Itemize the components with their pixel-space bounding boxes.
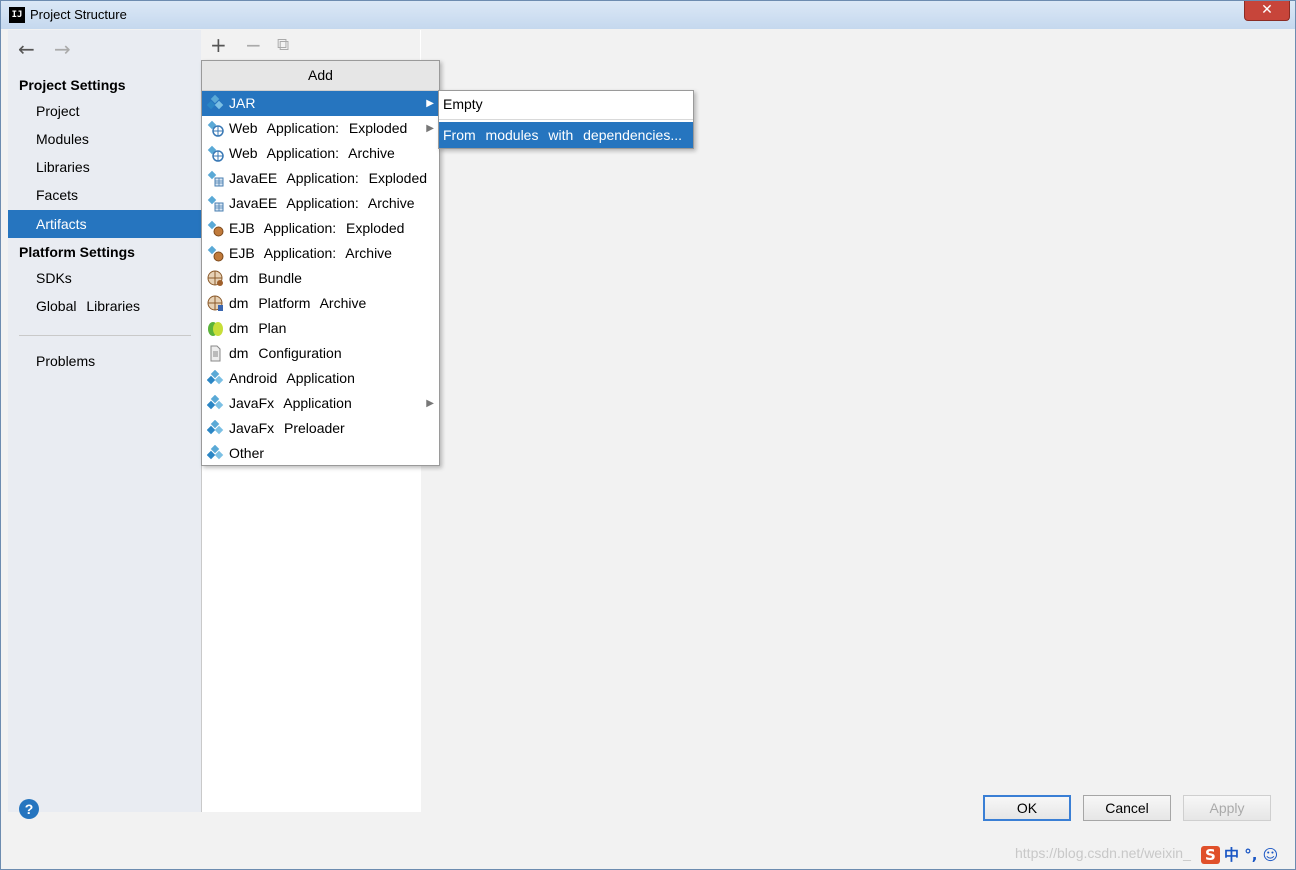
- menu-item-label: JavaEE Application: Archive: [229, 195, 415, 211]
- add-artifact-popup: Add JAR ▶ Web Application: Exploded ▶ Web Ap…: [201, 60, 440, 466]
- javaee-icon: [207, 195, 224, 212]
- sidebar-item-global-libraries[interactable]: Global Libraries: [8, 292, 201, 320]
- ejb-icon: [207, 245, 224, 262]
- ime-logo-icon: S: [1201, 846, 1220, 864]
- intellij-logo-icon: IJ: [9, 7, 25, 23]
- submenu-item-from-modules[interactable]: From modules with dependencies...: [439, 122, 693, 148]
- ime-indicator[interactable]: S 中 °, ☺: [1201, 844, 1278, 865]
- dm-bundle-icon: [207, 270, 224, 287]
- menu-item[interactable]: dm Plan: [202, 316, 439, 341]
- apply-button[interactable]: Apply: [1183, 795, 1271, 821]
- dm-plan-icon: [207, 320, 224, 337]
- sidebar-item-libraries[interactable]: Libraries: [8, 153, 201, 181]
- platform-settings-heading: Platform Settings: [19, 244, 135, 260]
- menu-item[interactable]: Other: [202, 441, 439, 466]
- title-bar[interactable]: IJ Project Structure ✕: [1, 1, 1295, 29]
- dm-platform-icon: [207, 295, 224, 312]
- sidebar-item-modules[interactable]: Modules: [8, 125, 201, 153]
- menu-item-label: dm Bundle: [229, 270, 302, 286]
- menu-item[interactable]: JavaEE Application: Exploded: [202, 166, 439, 191]
- menu-item-label: dm Configuration: [229, 345, 342, 361]
- menu-item[interactable]: JavaEE Application: Archive: [202, 191, 439, 216]
- menu-item-label: EJB Application: Exploded: [229, 220, 405, 236]
- popup-header: Add: [202, 61, 439, 91]
- menu-item[interactable]: JavaFx Preloader: [202, 416, 439, 441]
- menu-item-label: JavaFx Preloader: [229, 420, 345, 436]
- window-title: Project Structure: [30, 7, 127, 22]
- sidebar-item-facets[interactable]: Facets: [8, 181, 201, 209]
- sidebar-item-sdks[interactable]: SDKs: [8, 264, 201, 292]
- menu-item-label: Other: [229, 445, 265, 461]
- menu-item-label: JAR: [229, 95, 256, 111]
- submenu-arrow-icon: ▶: [426, 98, 434, 109]
- submenu-item-empty[interactable]: Empty: [439, 91, 693, 117]
- javafx-icon: [206, 419, 224, 437]
- menu-item[interactable]: dm Configuration: [202, 341, 439, 366]
- submenu-arrow-icon: ▶: [426, 398, 434, 409]
- menu-item[interactable]: Web Application: Exploded ▶: [202, 116, 439, 141]
- back-arrow-icon[interactable]: ←: [18, 37, 35, 61]
- menu-item[interactable]: dm Bundle: [202, 266, 439, 291]
- sidebar-item-artifacts[interactable]: Artifacts: [8, 210, 201, 238]
- cancel-button[interactable]: Cancel: [1083, 795, 1171, 821]
- sidebar: ← → Project Settings Project Modules Lib…: [8, 30, 201, 812]
- web-app-icon: [207, 145, 224, 162]
- document-icon: [207, 345, 224, 362]
- javaee-icon: [207, 170, 224, 187]
- ime-status-text: 中 °, ☺: [1223, 846, 1279, 864]
- menu-item-label: EJB Application: Archive: [229, 245, 392, 261]
- menu-item-label: JavaEE Application: Exploded: [229, 170, 428, 186]
- jar-submenu: Empty From modules with dependencies...: [438, 90, 694, 149]
- menu-item[interactable]: dm Platform Archive: [202, 291, 439, 316]
- artifact-icon: [206, 444, 224, 462]
- ok-button[interactable]: OK: [983, 795, 1071, 821]
- menu-item-label: Android Application: [229, 370, 355, 386]
- menu-item-label: dm Plan: [229, 320, 287, 336]
- dialog-content: ← → Project Settings Project Modules Lib…: [8, 30, 1288, 863]
- menu-item[interactable]: Android Application: [202, 366, 439, 391]
- sidebar-item-problems[interactable]: Problems: [8, 347, 201, 375]
- copy-icon[interactable]: ⧉: [277, 35, 289, 55]
- android-icon: [206, 369, 224, 387]
- artifacts-toolbar: + − ⧉: [201, 30, 420, 61]
- menu-item-label: JavaFx Application: [229, 395, 352, 411]
- sidebar-divider: [19, 335, 191, 336]
- submenu-arrow-icon: ▶: [426, 123, 434, 134]
- sidebar-item-project[interactable]: Project: [8, 97, 201, 125]
- help-icon[interactable]: ?: [19, 799, 39, 819]
- add-icon[interactable]: +: [210, 33, 227, 57]
- add-menu-list: JAR ▶ Web Application: Exploded ▶ Web Applic…: [202, 91, 439, 466]
- jar-icon: [206, 94, 224, 112]
- menu-item[interactable]: EJB Application: Exploded: [202, 216, 439, 241]
- watermark-text: https://blog.csdn.net/weixin_: [1015, 845, 1191, 861]
- menu-item[interactable]: EJB Application: Archive: [202, 241, 439, 266]
- menu-item[interactable]: JAR ▶: [202, 91, 439, 116]
- ejb-icon: [207, 220, 224, 237]
- menu-item[interactable]: JavaFx Application ▶: [202, 391, 439, 416]
- project-settings-heading: Project Settings: [19, 77, 126, 93]
- remove-icon[interactable]: −: [245, 33, 262, 57]
- javafx-icon: [206, 394, 224, 412]
- menu-item-label: Web Application: Exploded: [229, 120, 408, 136]
- close-button[interactable]: ✕: [1244, 1, 1290, 21]
- menu-item[interactable]: Web Application: Archive: [202, 141, 439, 166]
- menu-item-label: Web Application: Archive: [229, 145, 395, 161]
- project-structure-window: IJ Project Structure ✕ ← → Project Setti…: [0, 0, 1296, 870]
- submenu-separator: [439, 119, 693, 120]
- forward-arrow-icon[interactable]: →: [54, 37, 71, 61]
- web-app-icon: [207, 120, 224, 137]
- menu-item-label: dm Platform Archive: [229, 295, 367, 311]
